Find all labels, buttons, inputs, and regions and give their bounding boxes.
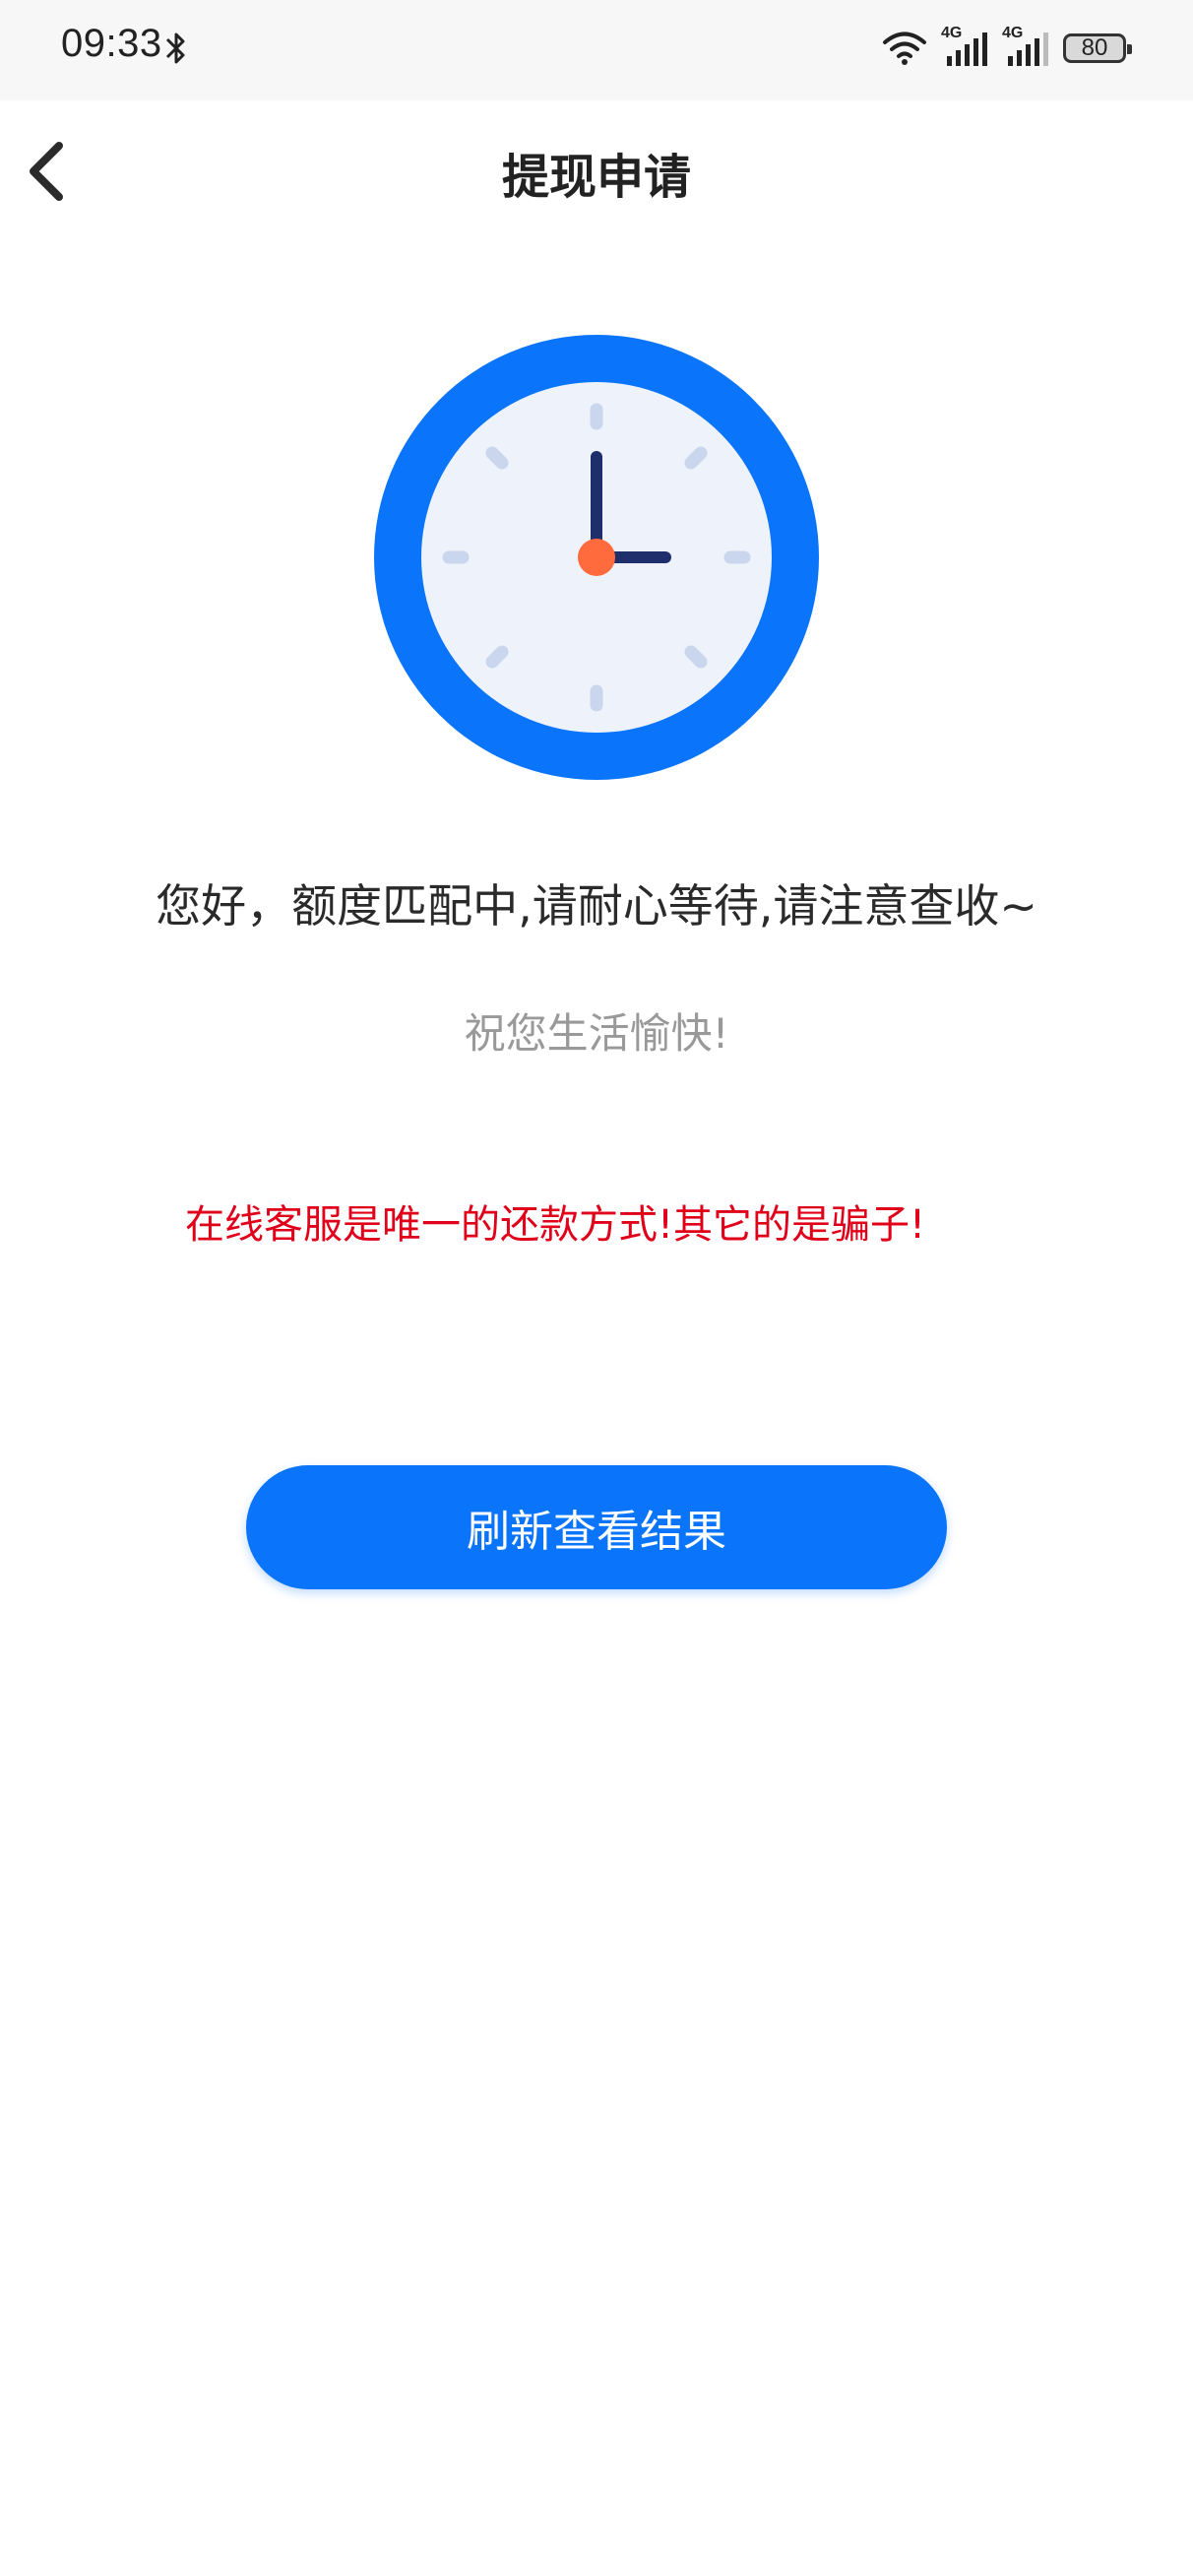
signal-bars-icon [1008, 32, 1048, 66]
battery-level: 80 [1081, 34, 1108, 61]
withdraw-application-screen: 09:33 4G 4G 80 提现申请 您好，额度匹配中,请耐心等待,请注意查收… [0, 0, 1193, 2576]
bluetooth-icon [165, 32, 185, 64]
signal-2: 4G [1002, 25, 1049, 68]
wifi-icon [883, 32, 926, 65]
warning-notice: 在线客服是唯一的还款方式!其它的是骗子! [185, 1202, 926, 1248]
status-time: 09:33 [61, 22, 162, 65]
clock-icon [374, 335, 819, 780]
nav-header: 提现申请 [0, 100, 1193, 244]
page-title: 提现申请 [501, 150, 691, 205]
refresh-result-button[interactable]: 刷新查看结果 [246, 1465, 947, 1589]
matching-message: 您好，额度匹配中,请耐心等待,请注意查收~ [156, 879, 1037, 933]
status-indicators: 4G 4G 80 [882, 24, 1132, 73]
signal-bars-icon [947, 32, 987, 66]
battery-icon: 80 [1063, 33, 1132, 63]
greeting-message: 祝您生活愉快! [464, 1009, 729, 1058]
signal-1: 4G [941, 25, 988, 68]
status-bar: 09:33 4G 4G 80 [0, 0, 1193, 100]
